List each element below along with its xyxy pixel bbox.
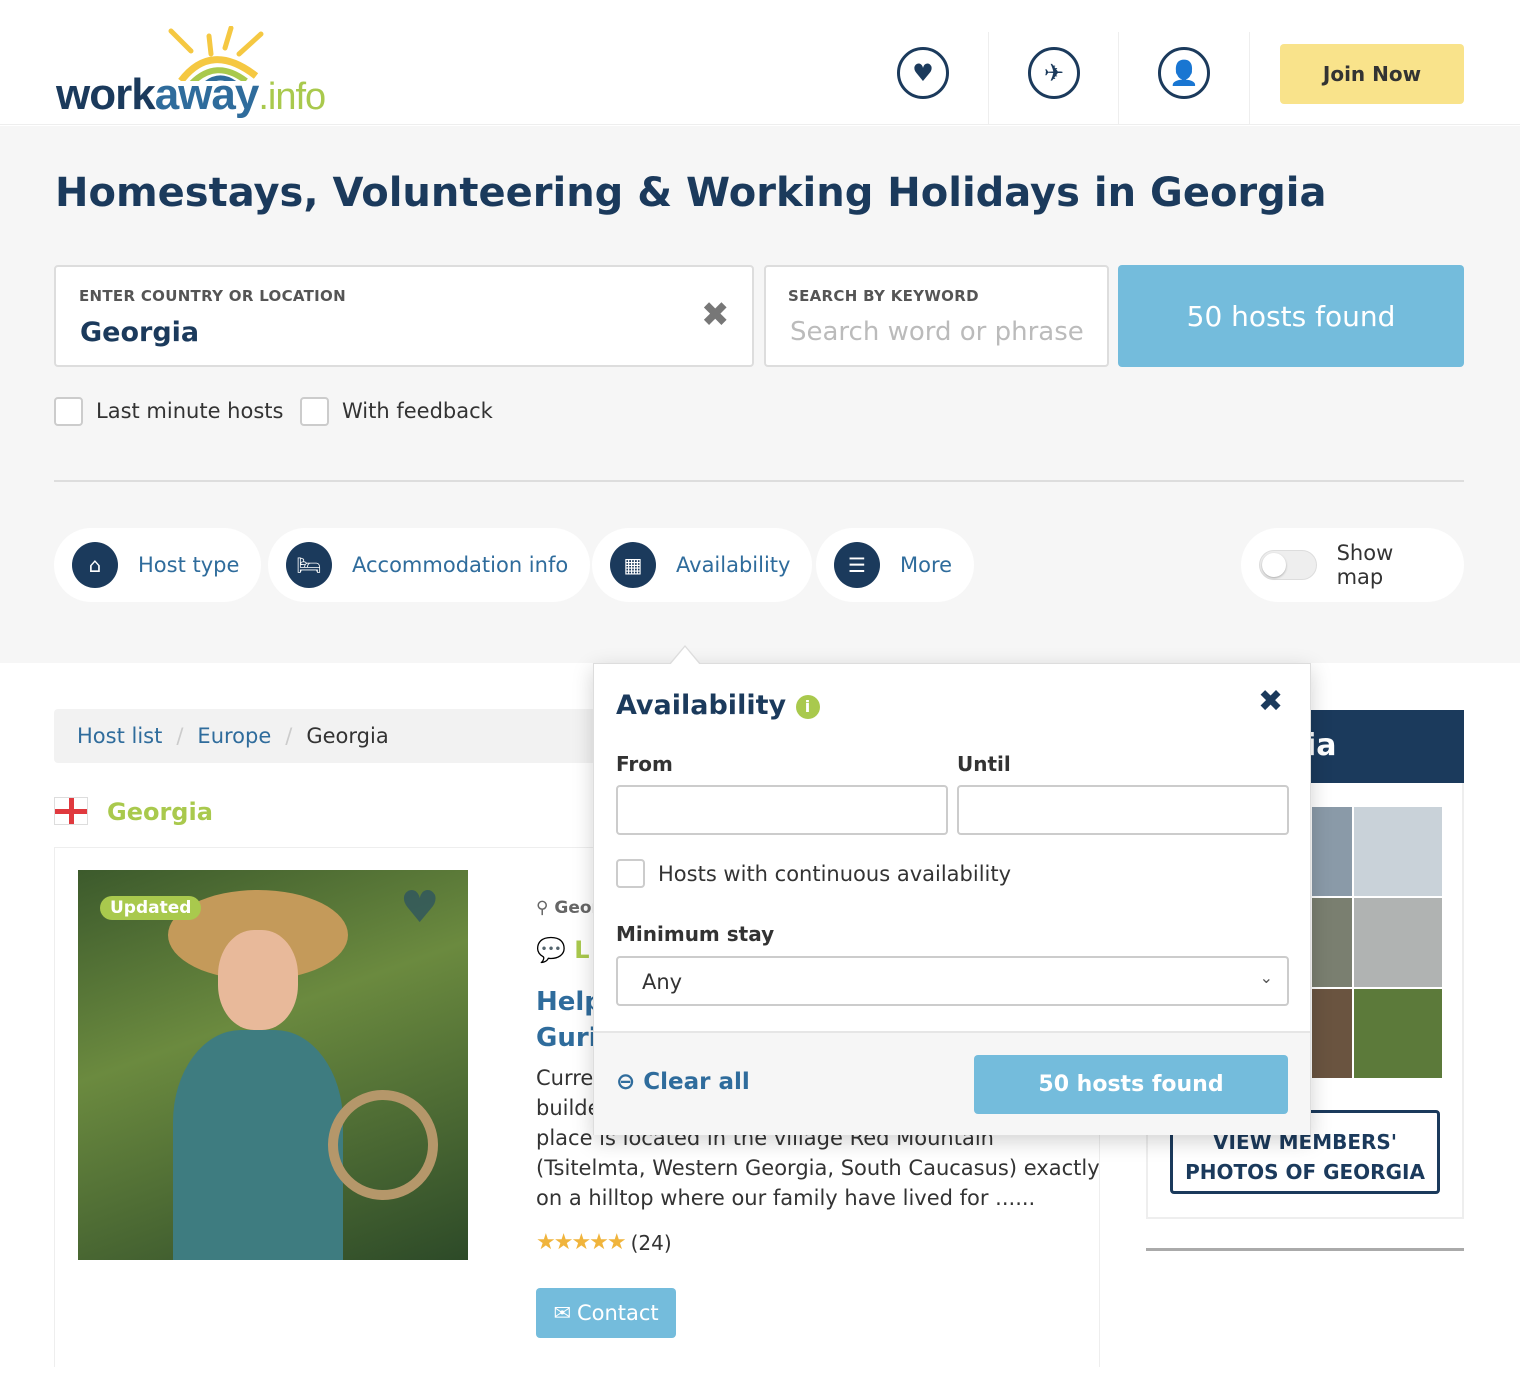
- georgia-flag-icon: [54, 797, 88, 825]
- divider: [54, 480, 1464, 482]
- filter-availability[interactable]: ▦ Availability: [592, 528, 813, 602]
- filter-more[interactable]: ☰ More: [816, 528, 975, 602]
- calendar-icon: ▦: [610, 542, 656, 588]
- feedback-label: With feedback: [342, 399, 493, 423]
- sliders-icon: ☰: [834, 542, 880, 588]
- member-photos[interactable]: [1312, 807, 1442, 1078]
- clear-location-icon[interactable]: ✖: [701, 295, 730, 335]
- host-location: ⚲ Geor: [536, 898, 600, 918]
- popup-footer: ⊖ Clear all 50 hosts found: [594, 1031, 1310, 1135]
- popup-title: Availability i: [616, 690, 820, 721]
- feedback-checkbox[interactable]: [300, 397, 329, 426]
- breadcrumb-europe[interactable]: Europe: [197, 724, 271, 748]
- keyword-input[interactable]: SEARCH BY KEYWORD Search word or phrase: [764, 265, 1109, 367]
- breadcrumb: Host list / Europe / Georgia: [54, 709, 614, 763]
- favorite-heart-icon[interactable]: ♥: [400, 882, 439, 933]
- account-user-icon[interactable]: 👤: [1158, 47, 1210, 99]
- top-header: workaway.info ♥ ✈ 👤 Join Now: [0, 0, 1520, 125]
- workaway-logo[interactable]: workaway.info: [56, 26, 376, 126]
- info-icon[interactable]: i: [795, 694, 820, 719]
- filter-accommodation[interactable]: 🛏 Accommodation info: [268, 528, 591, 602]
- envelope-icon: ✉: [553, 1301, 571, 1325]
- host-photo[interactable]: Updated ♥: [78, 870, 468, 1260]
- bed-icon: 🛏: [286, 542, 332, 588]
- location-input[interactable]: ENTER COUNTRY OR LOCATION Georgia ✖: [54, 265, 754, 367]
- continuous-availability-label: Hosts with continuous availability: [658, 862, 1012, 886]
- trips-plane-icon[interactable]: ✈: [1028, 47, 1080, 99]
- filter-host-type[interactable]: ⌂ Host type: [54, 528, 262, 602]
- keyword-placeholder: Search word or phrase: [790, 317, 1084, 347]
- close-icon[interactable]: ✖: [1258, 684, 1283, 719]
- chevron-down-icon: ⌄: [1259, 968, 1273, 987]
- location-value: Georgia: [80, 317, 200, 348]
- chat-icon: 💬: [536, 936, 566, 964]
- clear-all-button[interactable]: ⊖ Clear all: [616, 1069, 750, 1095]
- until-date-input[interactable]: [957, 785, 1289, 835]
- updated-badge: Updated: [100, 896, 202, 920]
- country-heading: Georgia: [107, 798, 213, 826]
- popup-hosts-found-button[interactable]: 50 hosts found: [974, 1055, 1288, 1114]
- from-date-input[interactable]: [616, 785, 948, 835]
- show-map-toggle[interactable]: Show map: [1241, 528, 1464, 602]
- availability-popup: Availability i ✖ From Until Hosts with c…: [593, 663, 1311, 1135]
- join-now-button[interactable]: Join Now: [1280, 44, 1464, 104]
- minus-circle-icon: ⊖: [616, 1069, 636, 1095]
- until-label: Until: [957, 752, 1011, 776]
- contact-button[interactable]: ✉ Contact: [536, 1288, 676, 1338]
- favorites-heart-icon[interactable]: ♥: [897, 47, 949, 99]
- divider: [1249, 32, 1250, 125]
- last-minute-checkbox[interactable]: [54, 397, 83, 426]
- breadcrumb-georgia: Georgia: [306, 724, 389, 748]
- last-minute-label: Last minute hosts: [96, 399, 284, 423]
- divider: [988, 32, 989, 125]
- minimum-stay-label: Minimum stay: [616, 922, 775, 946]
- location-label: ENTER COUNTRY OR LOCATION: [79, 287, 346, 305]
- star-rating-icon: ★★★★★: [536, 1230, 627, 1255]
- continuous-availability-checkbox[interactable]: [616, 859, 645, 888]
- minimum-stay-select[interactable]: Any ⌄: [616, 956, 1289, 1006]
- page-title: Homestays, Volunteering & Working Holida…: [55, 170, 1327, 216]
- home-icon: ⌂: [72, 542, 118, 588]
- divider: [1146, 1248, 1464, 1251]
- rating: ★★★★★ (24): [536, 1230, 672, 1255]
- toggle-switch[interactable]: [1259, 550, 1317, 580]
- from-label: From: [616, 752, 673, 776]
- languages: 💬 L: [536, 936, 590, 964]
- breadcrumb-host-list[interactable]: Host list: [77, 724, 162, 748]
- hosts-found-button[interactable]: 50 hosts found: [1118, 265, 1464, 367]
- divider: [1118, 32, 1119, 125]
- keyword-label: SEARCH BY KEYWORD: [788, 287, 979, 305]
